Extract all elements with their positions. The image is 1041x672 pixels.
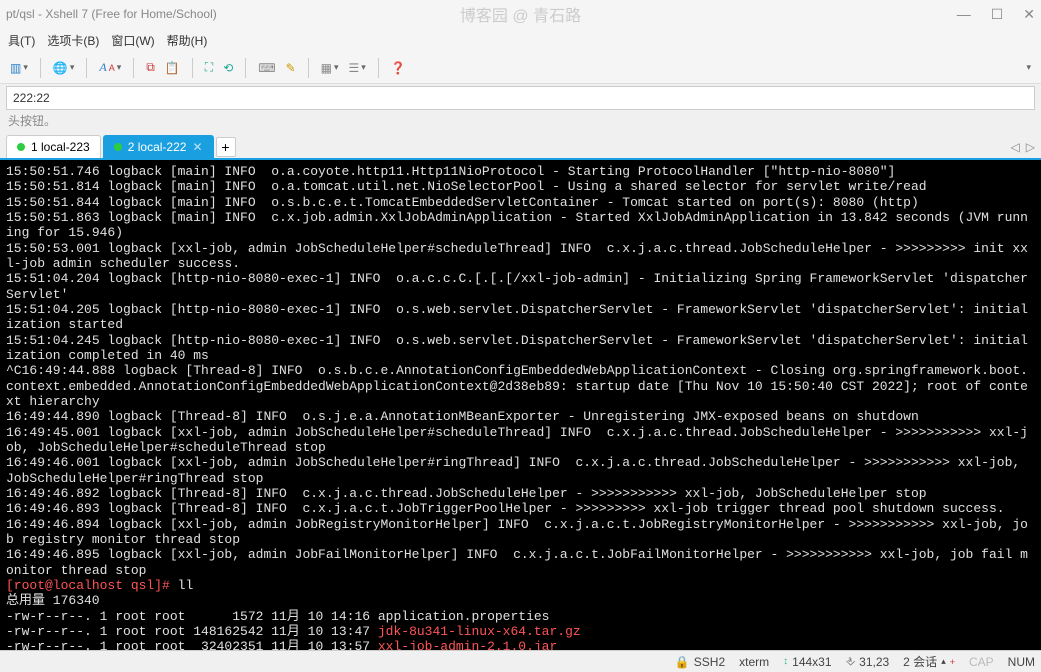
terminal-line: 15:51:04.205 logback [http-nio-8080-exec…: [6, 302, 1035, 333]
font-button[interactable]: AA▾: [97, 58, 123, 77]
tab-local-223[interactable]: 1 local-223: [6, 135, 101, 158]
terminal-prompt: [root@localhost qsl]# ll: [6, 578, 1035, 593]
status-ssh: SSH2: [694, 655, 725, 669]
new-session-button[interactable]: ▥▾: [8, 59, 30, 77]
status-dot-icon: [17, 143, 25, 151]
terminal-line: ^C16:49:44.888 logback [Thread-8] INFO o…: [6, 363, 1035, 409]
file-row: -rw-r--r--. 1 root root 148162542 11月 10…: [6, 624, 1035, 639]
window-title: pt/qsl - Xshell 7 (Free for Home/School): [6, 7, 217, 21]
toolbar-overflow[interactable]: ▾: [1024, 60, 1033, 75]
tab-local-222[interactable]: 2 local-222 ✕: [103, 135, 214, 158]
globe-button[interactable]: 🌐▾: [51, 59, 76, 77]
menu-tools[interactable]: 具(T): [2, 32, 41, 49]
tab-add-button[interactable]: +: [216, 137, 236, 157]
terminal-line: 15:50:51.844 logback [main] INFO o.s.b.c…: [6, 195, 1035, 210]
tab-strip: 1 local-223 2 local-222 ✕ + ◁ ▷: [0, 131, 1041, 158]
tab-close-icon[interactable]: ✕: [192, 140, 202, 154]
terminal-line: 16:49:46.001 logback [xxl-job, admin Job…: [6, 455, 1035, 486]
toolbar: ▥▾ 🌐▾ AA▾ ⧉ 📋 ⛶ ⟲ ⌨ ✎ ▦▾ ☰▾ ❓ ▾: [0, 52, 1041, 84]
status-dot-icon: [114, 143, 122, 151]
copy-button[interactable]: ⧉: [144, 58, 157, 77]
keyboard-button[interactable]: ⌨: [256, 59, 277, 77]
minimize-button[interactable]: ―: [957, 6, 971, 23]
terminal-line: 15:51:04.245 logback [http-nio-8080-exec…: [6, 333, 1035, 364]
status-size: 144x31: [792, 655, 831, 669]
tab-label: 2 local-222: [128, 140, 187, 154]
expand-button[interactable]: ⛶: [203, 58, 215, 77]
terminal[interactable]: 15:50:51.746 logback [main] INFO o.a.coy…: [0, 158, 1041, 650]
status-sessions: 2 会话: [903, 653, 937, 670]
list-button[interactable]: ☰▾: [347, 59, 368, 77]
tab-label: 1 local-223: [31, 140, 90, 154]
tab-prev-icon[interactable]: ◁: [1011, 140, 1020, 154]
tab-next-icon[interactable]: ▷: [1026, 140, 1035, 154]
terminal-line: 15:50:51.746 logback [main] INFO o.a.coy…: [6, 164, 1035, 179]
size-icon: ↕: [783, 656, 788, 667]
pos-icon: ⎀: [846, 654, 856, 669]
watermark: 博客园 @ 青石路: [460, 2, 581, 26]
menu-window[interactable]: 窗口(W): [105, 32, 160, 49]
status-cap: CAP: [969, 655, 994, 669]
maximize-button[interactable]: ☐: [991, 6, 1004, 23]
terminal-line: 15:51:04.204 logback [http-nio-8080-exec…: [6, 271, 1035, 302]
menubar: 具(T) 选项卡(B) 窗口(W) 帮助(H): [0, 28, 1041, 52]
help-button[interactable]: ❓: [389, 59, 408, 77]
terminal-line: 16:49:46.892 logback [Thread-8] INFO c.x…: [6, 486, 1035, 501]
status-pos: 31,23: [859, 655, 889, 669]
terminal-line: 15:50:51.814 logback [main] INFO o.a.tom…: [6, 179, 1035, 194]
lock-icon: 🔒: [675, 655, 690, 669]
refresh-button[interactable]: ⟲: [221, 59, 235, 77]
address-bar[interactable]: 222:22: [6, 86, 1035, 110]
terminal-line: 16:49:46.894 logback [xxl-job, admin Job…: [6, 517, 1035, 548]
address-text: 222:22: [13, 91, 50, 105]
close-button[interactable]: ✕: [1023, 6, 1035, 23]
terminal-line: 总用量 176340: [6, 593, 1035, 608]
terminal-line: 15:50:53.001 logback [xxl-job, admin Job…: [6, 241, 1035, 272]
file-row: -rw-r--r--. 1 root root 1572 11月 10 14:1…: [6, 609, 1035, 624]
status-term: xterm: [739, 655, 769, 669]
file-row: -rw-r--r--. 1 root root 32402351 11月 10 …: [6, 639, 1035, 650]
status-num: NUM: [1008, 655, 1035, 669]
menu-tabs[interactable]: 选项卡(B): [41, 32, 105, 49]
titlebar: pt/qsl - Xshell 7 (Free for Home/School)…: [0, 0, 1041, 28]
terminal-line: 16:49:46.893 logback [Thread-8] INFO c.x…: [6, 501, 1035, 516]
highlight-button[interactable]: ✎: [284, 59, 298, 77]
paste-button[interactable]: 📋: [163, 59, 182, 77]
grid-button[interactable]: ▦▾: [319, 59, 341, 77]
terminal-line: 15:50:51.863 logback [main] INFO c.x.job…: [6, 210, 1035, 241]
statusbar: 🔒SSH2 xterm ↕144x31 ⎀ 31,23 2 会话 ▴+ CAP …: [0, 650, 1041, 672]
hint-text: 头按钮。: [0, 110, 1041, 131]
menu-help[interactable]: 帮助(H): [161, 32, 214, 49]
terminal-line: 16:49:46.895 logback [xxl-job, admin Job…: [6, 547, 1035, 578]
terminal-line: 16:49:45.001 logback [xxl-job, admin Job…: [6, 425, 1035, 456]
terminal-line: 16:49:44.890 logback [Thread-8] INFO o.s…: [6, 409, 1035, 424]
